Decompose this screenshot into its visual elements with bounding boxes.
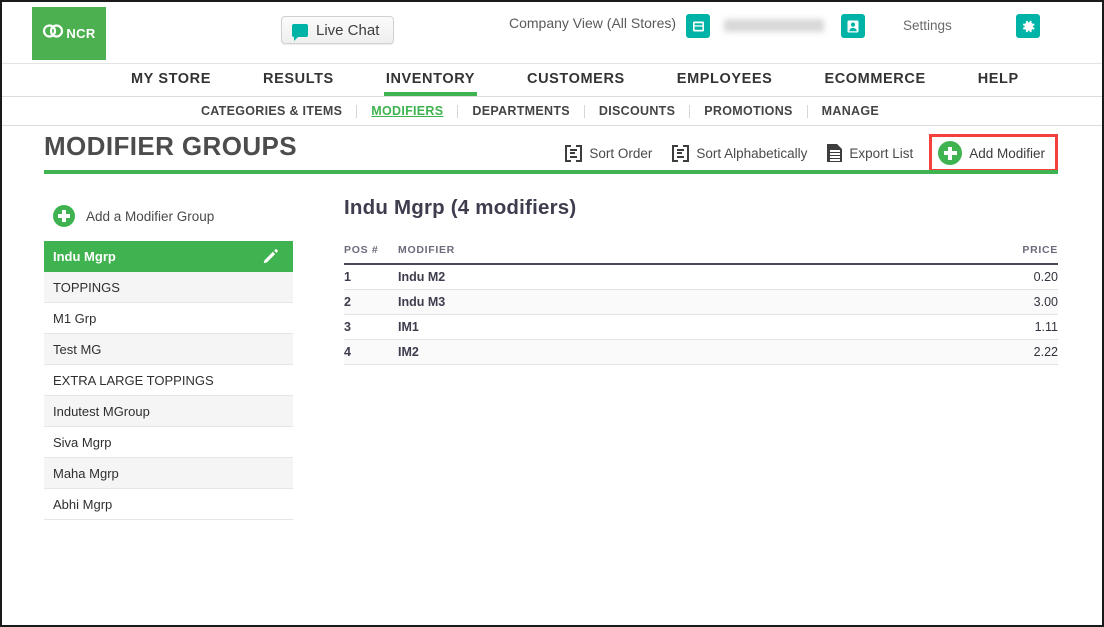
cell-price: 1.11	[968, 314, 1058, 340]
list-item-label: Siva Mgrp	[53, 434, 112, 450]
application-window: NCR Live Chat Company View (All Stores) …	[0, 0, 1104, 627]
sidebar-item-m1-grp[interactable]: M1 Grp	[44, 303, 293, 334]
nav-item-ecommerce[interactable]: ECOMMERCE	[824, 64, 925, 96]
export-list-label: Export List	[849, 145, 914, 161]
subnav-item-promotions[interactable]: PROMOTIONS	[690, 104, 808, 118]
column-header-modifier: MODIFIER	[398, 244, 968, 265]
live-chat-button[interactable]: Live Chat	[281, 16, 395, 44]
list-item-label: Abhi Mgrp	[53, 496, 113, 512]
ncr-rings-icon	[42, 23, 64, 44]
cell-price: 0.20	[968, 264, 1058, 290]
subnav-item-categories-items[interactable]: CATEGORIES & ITEMS	[187, 104, 358, 118]
table-header: POS # MODIFIER PRICE	[344, 244, 1058, 265]
table-body: 1 Indu M2 0.20 2 Indu M3 3.00 3 IM1 1.11	[344, 264, 1058, 365]
cell-modifier: IM2	[398, 339, 968, 365]
nav-item-results[interactable]: RESULTS	[263, 64, 334, 96]
sort-alphabetically-button[interactable]: Sort Alphabetically	[662, 139, 817, 168]
sidebar-item-test-mg[interactable]: Test MG	[44, 334, 293, 365]
live-chat-label: Live Chat	[316, 21, 380, 39]
document-export-icon	[827, 144, 843, 162]
add-modifier-group-label: Add a Modifier Group	[86, 208, 215, 224]
page-title: MODIFIER GROUPS	[44, 131, 298, 161]
plus-circle-icon	[53, 205, 75, 227]
table-row[interactable]: 1 Indu M2 0.20	[344, 264, 1058, 290]
sidebar-item-abhi-mgrp[interactable]: Abhi Mgrp	[44, 489, 293, 520]
ncr-logo-text: NCR	[66, 26, 96, 41]
cell-price: 2.22	[968, 339, 1058, 365]
group-heading: Indu Mgrp (4 modifiers)	[344, 196, 577, 219]
page-body: Add a Modifier Group Indu Mgrp TOPPINGS …	[2, 174, 1102, 520]
list-item-label: TOPPINGS	[53, 279, 120, 295]
list-item-label: Maha Mgrp	[53, 465, 119, 481]
sort-order-icon	[565, 144, 583, 162]
list-item-label: Indutest MGroup	[53, 403, 150, 419]
sidebar-item-siva-mgrp[interactable]: Siva Mgrp	[44, 427, 293, 458]
nav-item-inventory[interactable]: INVENTORY	[383, 64, 478, 96]
page-title-row: MODIFIER GROUPS Sort Order Sort Alphabet…	[2, 126, 1102, 174]
top-header-bar: NCR Live Chat Company View (All Stores) …	[2, 2, 1102, 64]
chat-bubble-icon	[292, 23, 308, 41]
list-item-label: Indu Mgrp	[53, 248, 116, 264]
cell-modifier: Indu M3	[398, 289, 968, 315]
cell-modifier: IM1	[398, 314, 968, 340]
settings-label[interactable]: Settings	[903, 18, 952, 33]
add-modifier-group-button[interactable]: Add a Modifier Group	[44, 205, 293, 241]
sort-order-label: Sort Order	[589, 145, 653, 161]
nav-item-help[interactable]: HELP	[978, 64, 1019, 96]
subnav-item-discounts[interactable]: DISCOUNTS	[585, 104, 691, 118]
cell-pos: 4	[344, 339, 398, 365]
subnav-item-modifiers[interactable]: MODIFIERS	[357, 104, 459, 118]
sort-alphabetically-label: Sort Alphabetically	[696, 145, 808, 161]
user-badge-icon[interactable]	[841, 14, 865, 38]
column-header-pos: POS #	[344, 244, 398, 265]
table-row[interactable]: 2 Indu M3 3.00	[344, 289, 1058, 315]
cell-modifier: Indu M2	[398, 264, 968, 290]
plus-circle-icon	[938, 141, 963, 165]
list-item-label: Test MG	[53, 341, 102, 357]
cell-pos: 2	[344, 289, 398, 315]
modifier-table: POS # MODIFIER PRICE 1 Indu M2 0.20 2 In…	[344, 244, 1058, 365]
nav-item-customers[interactable]: CUSTOMERS	[527, 64, 625, 96]
cell-pos: 1	[344, 264, 398, 290]
cell-pos: 3	[344, 314, 398, 340]
table-row[interactable]: 4 IM2 2.22	[344, 339, 1058, 365]
add-modifier-label: Add Modifier	[969, 145, 1045, 161]
modifier-detail-panel: Indu Mgrp (4 modifiers) POS # MODIFIER P…	[293, 196, 1058, 520]
sidebar-item-maha-mgrp[interactable]: Maha Mgrp	[44, 458, 293, 489]
table-row[interactable]: 3 IM1 1.11	[344, 314, 1058, 340]
subnav-item-departments[interactable]: DEPARTMENTS	[458, 104, 585, 118]
cell-price: 3.00	[968, 289, 1058, 315]
list-item-label: M1 Grp	[53, 310, 97, 326]
column-header-price: PRICE	[968, 244, 1058, 265]
ncr-logo[interactable]: NCR	[32, 7, 106, 60]
username-masked	[724, 19, 824, 32]
sidebar-item-toppings[interactable]: TOPPINGS	[44, 272, 293, 303]
table-header-row: POS # MODIFIER PRICE	[344, 244, 1058, 265]
sub-navigation: CATEGORIES & ITEMS MODIFIERS DEPARTMENTS…	[2, 97, 1102, 126]
page-toolbar: Sort Order Sort Alphabetically Export Li…	[555, 134, 1058, 172]
subnav-item-manage[interactable]: MANAGE	[808, 104, 893, 118]
add-modifier-button[interactable]: Add Modifier	[929, 134, 1058, 172]
nav-item-my-store[interactable]: MY STORE	[131, 64, 211, 96]
list-item-label: EXTRA LARGE TOPPINGS	[53, 372, 214, 388]
export-list-button[interactable]: Export List	[817, 138, 923, 168]
main-navigation: MY STORE RESULTS INVENTORY CUSTOMERS EMP…	[2, 64, 1102, 97]
sidebar-item-indu-mgrp[interactable]: Indu Mgrp	[44, 241, 293, 272]
pencil-icon[interactable]	[262, 248, 279, 265]
sort-alphabetical-icon	[672, 144, 690, 162]
gear-icon[interactable]	[1016, 14, 1040, 38]
company-view-label: Company View (All Stores)	[509, 15, 677, 31]
sort-order-button[interactable]: Sort Order	[555, 139, 662, 168]
nav-item-employees[interactable]: EMPLOYEES	[677, 64, 773, 96]
sidebar-item-indutest-mgroup[interactable]: Indutest MGroup	[44, 396, 293, 427]
store-icon[interactable]	[686, 14, 710, 38]
sidebar-item-extra-large-toppings[interactable]: EXTRA LARGE TOPPINGS	[44, 365, 293, 396]
modifier-group-sidebar: Add a Modifier Group Indu Mgrp TOPPINGS …	[44, 196, 293, 520]
